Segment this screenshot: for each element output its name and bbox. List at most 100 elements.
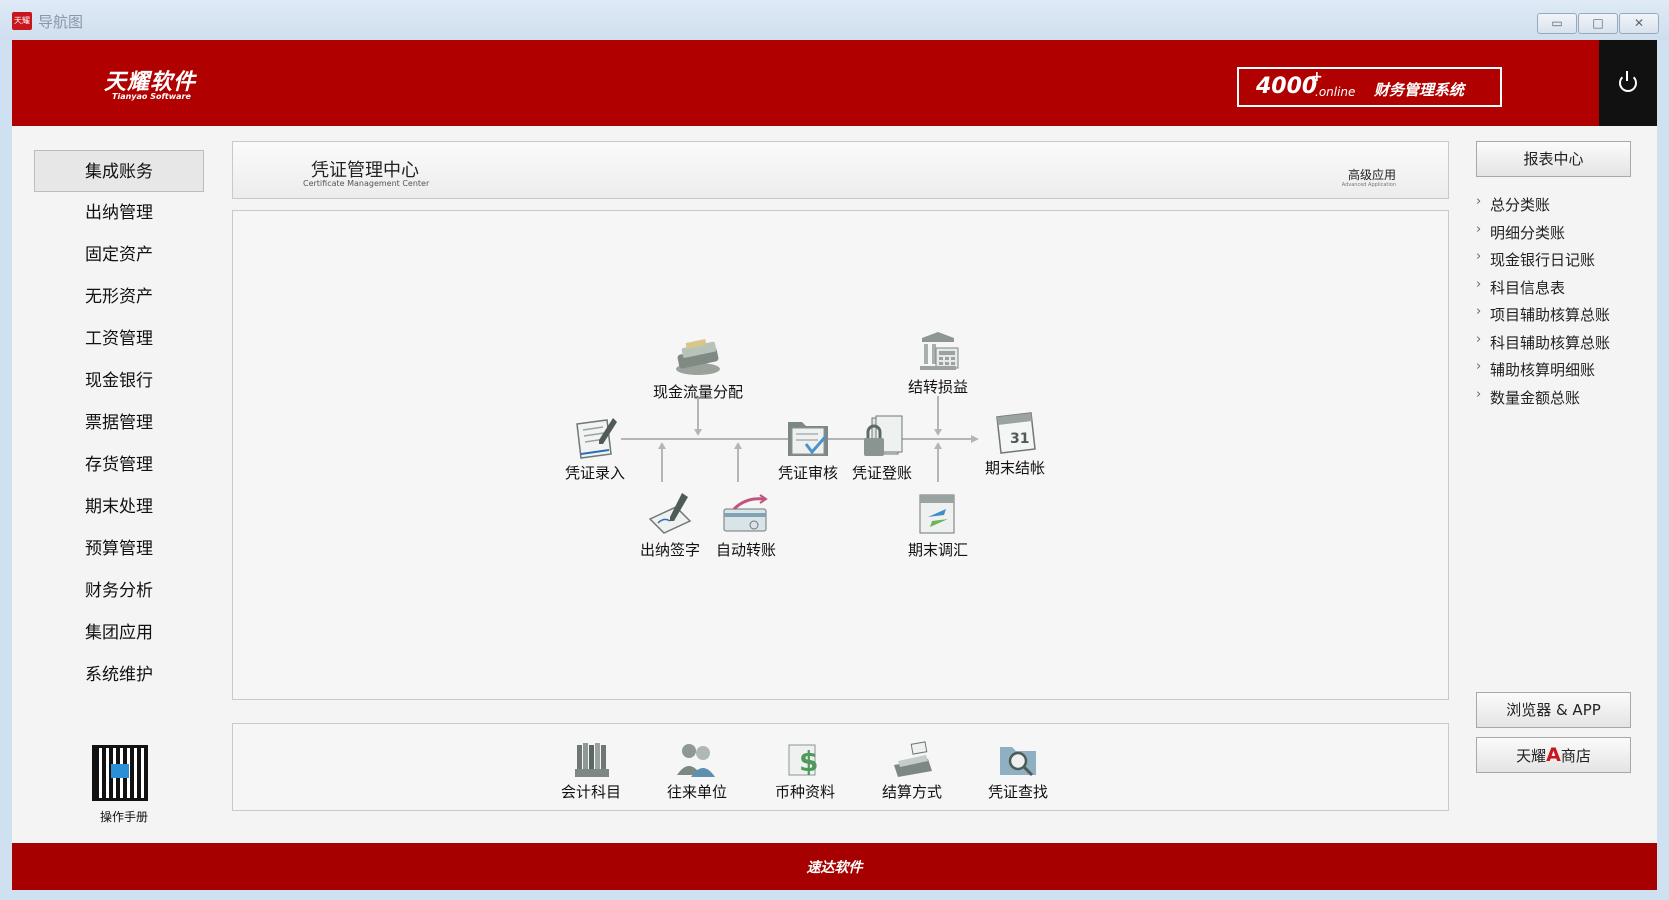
report-link-label: 明细分类账 bbox=[1490, 223, 1566, 242]
client-area: 天耀软件 Tianyao Software 4000 + .online 财务管… bbox=[12, 40, 1657, 890]
footer-brand: 速达软件 bbox=[806, 860, 863, 876]
sidebar-item-cash-bank[interactable]: 现金银行 bbox=[34, 360, 204, 402]
node-voucher-post[interactable]: 凭证登账 bbox=[827, 414, 937, 483]
tool-accounting-subjects[interactable]: 会计科目 bbox=[541, 739, 641, 802]
report-link-label: 科目辅助核算总账 bbox=[1490, 333, 1611, 352]
currency-icon: $ bbox=[788, 744, 818, 778]
voucher-flow-panel: 现金流量分配 结转损益 凭证录入 凭证审核 凭证登账 31 期末结帐 出纳签字 … bbox=[232, 210, 1449, 700]
sidebar-item-intangible-assets[interactable]: 无形资产 bbox=[34, 276, 204, 318]
sidebar-item-budget[interactable]: 预算管理 bbox=[34, 528, 204, 570]
chevron-right-icon: › bbox=[1476, 221, 1482, 237]
sidebar-item-fixed-assets[interactable]: 固定资产 bbox=[34, 234, 204, 276]
node-carry-profit-label: 结转损益 bbox=[907, 378, 968, 396]
report-link[interactable]: › 科目辅助核算总账 bbox=[1476, 332, 1646, 360]
report-center-button[interactable]: 报表中心 bbox=[1476, 141, 1631, 177]
app-store-button[interactable]: 天耀A商店 bbox=[1476, 737, 1631, 773]
panel-subtitle: Certificate Management Center bbox=[303, 179, 430, 188]
voucher-post-icon bbox=[864, 415, 903, 456]
product-badge: 4000 + .online 财务管理系统 bbox=[1237, 67, 1502, 107]
node-auto-transfer-label: 自动转账 bbox=[715, 541, 776, 559]
cash-flow-icon bbox=[676, 338, 720, 375]
logo-subtext: Tianyao Software bbox=[112, 92, 191, 101]
report-link[interactable]: › 现金银行日记账 bbox=[1476, 249, 1646, 277]
node-cash-flow[interactable]: 现金流量分配 bbox=[643, 333, 753, 402]
manual-label[interactable]: 操作手册 bbox=[84, 808, 164, 825]
sidebar-item-inventory[interactable]: 存货管理 bbox=[34, 444, 204, 486]
node-voucher-entry[interactable]: 凭证录入 bbox=[540, 414, 650, 483]
store-prefix: 天耀 bbox=[1516, 747, 1547, 765]
calendar-icon: 31 bbox=[996, 412, 1036, 454]
report-link[interactable]: › 科目信息表 bbox=[1476, 277, 1646, 305]
tools-panel: 会计科目 往来单位 $ 币种资料 结算方式 凭证查找 bbox=[232, 723, 1449, 811]
app-window: 天耀 导航图 ▭ □ ✕ 天耀软件 Tianyao Software 4000 … bbox=[0, 0, 1669, 900]
minimize-button[interactable]: ▭ bbox=[1537, 13, 1577, 34]
tool-accounting-subjects-label: 会计科目 bbox=[560, 783, 621, 801]
report-link-label: 科目信息表 bbox=[1490, 278, 1566, 297]
sidebar-item-financial-analysis[interactable]: 财务分析 bbox=[34, 570, 204, 612]
sidebar-item-payroll[interactable]: 工资管理 bbox=[34, 318, 204, 360]
node-period-close[interactable]: 31 期末结帐 bbox=[960, 409, 1070, 478]
sidebar-item-bills[interactable]: 票据管理 bbox=[34, 402, 204, 444]
product-name: 财务管理系统 bbox=[1374, 81, 1465, 99]
report-link[interactable]: › 数量金额总账 bbox=[1476, 387, 1646, 415]
tool-currency-label: 币种资料 bbox=[774, 783, 835, 801]
report-link[interactable]: › 总分类账 bbox=[1476, 194, 1646, 222]
product-number: 4000 bbox=[1256, 74, 1318, 99]
flow-line-adjust bbox=[937, 447, 939, 482]
chevron-right-icon: › bbox=[1476, 276, 1482, 292]
advanced-apps-link[interactable]: 高级应用 bbox=[1348, 166, 1396, 183]
books-icon bbox=[575, 743, 609, 777]
voucher-entry-icon bbox=[576, 418, 617, 459]
chevron-right-icon: › bbox=[1476, 359, 1482, 374]
app-header: 天耀软件 Tianyao Software 4000 + .online 财务管… bbox=[12, 40, 1657, 126]
search-folder-icon bbox=[1000, 747, 1036, 777]
chevron-right-icon: › bbox=[1476, 249, 1482, 264]
period-adjust-icon bbox=[919, 494, 955, 534]
report-links: › 总分类账 › 明细分类账 › 现金银行日记账 › 科目信息表 › 项目辅助核算总账 ›… bbox=[1476, 194, 1646, 414]
panel-header: 凭证管理中心 Certificate Management Center 高级应… bbox=[232, 141, 1449, 199]
store-logo-a: A bbox=[1546, 744, 1561, 766]
svg-text:31: 31 bbox=[1010, 431, 1029, 447]
report-link[interactable]: › 项目辅助核算总账 bbox=[1476, 304, 1646, 332]
tool-voucher-search[interactable]: 凭证查找 bbox=[968, 739, 1068, 802]
app-logo-icon: 天耀 bbox=[12, 12, 32, 30]
flow-line-transfer bbox=[737, 447, 739, 482]
browser-app-button[interactable]: 浏览器 & APP bbox=[1476, 692, 1631, 728]
flow-line-sign bbox=[661, 447, 663, 482]
report-link[interactable]: › 辅助核算明细账 bbox=[1476, 359, 1646, 387]
power-icon bbox=[1619, 71, 1637, 92]
node-cash-flow-label: 现金流量分配 bbox=[652, 383, 743, 401]
node-period-adjust-label: 期末调汇 bbox=[907, 541, 968, 559]
sidebar-item-cashier[interactable]: 出纳管理 bbox=[34, 192, 204, 234]
report-link[interactable]: › 明细分类账 bbox=[1476, 222, 1646, 250]
node-carry-profit[interactable]: 结转损益 bbox=[883, 328, 993, 397]
window-titlebar: 天耀 导航图 ▭ □ ✕ bbox=[0, 0, 1669, 40]
carry-profit-icon bbox=[920, 332, 959, 370]
auto-transfer-icon bbox=[723, 494, 768, 532]
sidebar-item-integrated-accounts[interactable]: 集成账务 bbox=[34, 150, 204, 192]
contacts-icon bbox=[677, 744, 715, 777]
sidebar-item-group-apps[interactable]: 集团应用 bbox=[34, 612, 204, 654]
store-suffix: 商店 bbox=[1560, 747, 1591, 765]
tool-currency[interactable]: $ 币种资料 bbox=[755, 739, 855, 802]
power-button[interactable] bbox=[1599, 40, 1657, 126]
qr-code-icon[interactable] bbox=[92, 745, 148, 801]
close-button[interactable]: ✕ bbox=[1619, 13, 1659, 34]
node-voucher-entry-label: 凭证录入 bbox=[564, 464, 625, 482]
tool-contacts[interactable]: 往来单位 bbox=[647, 739, 747, 802]
chevron-right-icon: › bbox=[1476, 386, 1482, 402]
node-auto-transfer[interactable]: 自动转账 bbox=[691, 491, 801, 560]
report-link-label: 项目辅助核算总账 bbox=[1490, 306, 1611, 324]
product-plus: + bbox=[1311, 69, 1323, 85]
maximize-button[interactable]: □ bbox=[1578, 13, 1618, 34]
chevron-right-icon: › bbox=[1476, 331, 1482, 347]
node-period-adjust[interactable]: 期末调汇 bbox=[883, 491, 993, 560]
tool-settlement[interactable]: 结算方式 bbox=[862, 739, 962, 802]
svg-text:$: $ bbox=[799, 745, 818, 778]
window-title: 导航图 bbox=[38, 13, 84, 31]
sidebar-item-period-end[interactable]: 期末处理 bbox=[34, 486, 204, 528]
sidebar-item-system-maintenance[interactable]: 系统维护 bbox=[34, 654, 204, 696]
cash-register-icon bbox=[894, 741, 932, 777]
cashier-sign-icon bbox=[648, 493, 692, 534]
report-link-label: 现金银行日记账 bbox=[1490, 251, 1596, 269]
